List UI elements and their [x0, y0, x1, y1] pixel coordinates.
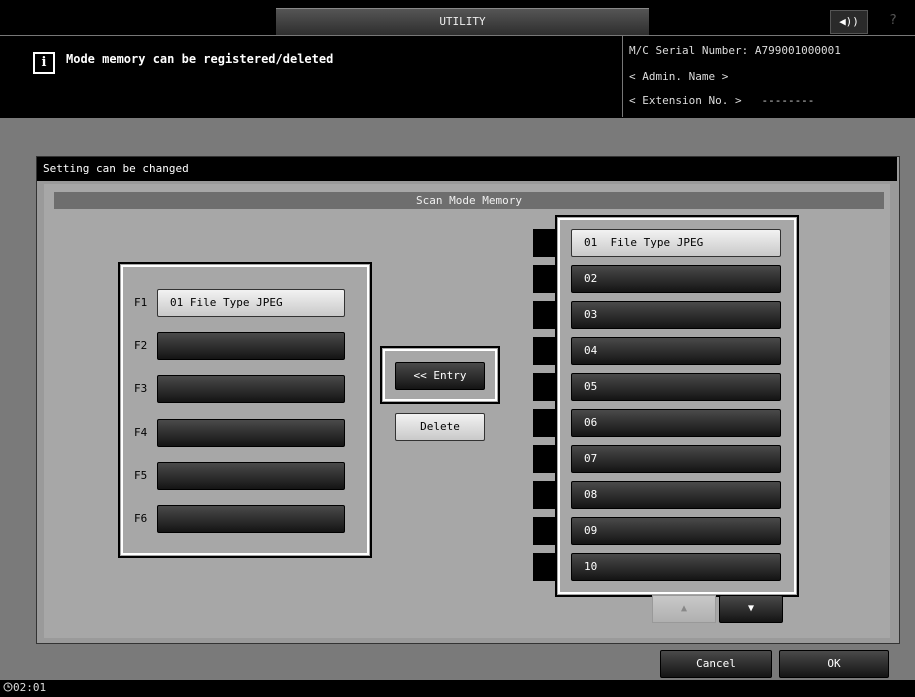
status-message: Mode memory can be registered/deleted	[66, 52, 334, 66]
f1-label: F1	[134, 296, 148, 309]
clock: 02:01	[3, 681, 46, 694]
memory-item-label: 08	[584, 488, 598, 501]
f2-value	[158, 339, 170, 352]
memory-item-10[interactable]: 10	[571, 553, 781, 581]
f6-button[interactable]	[157, 505, 345, 533]
memory-marker-04	[533, 337, 555, 365]
memory-item-06[interactable]: 06	[571, 409, 781, 437]
entry-button[interactable]: << Entry	[395, 362, 485, 390]
f5-value	[158, 469, 170, 482]
f4-label: F4	[134, 426, 148, 439]
memory-item-label: 03	[584, 308, 598, 321]
scroll-up-button[interactable]: ▲	[652, 595, 716, 623]
f5-label: F5	[134, 469, 148, 482]
footer-bar	[0, 645, 915, 680]
memory-item-02[interactable]: 02	[571, 265, 781, 293]
memory-item-label: 04	[584, 344, 598, 357]
f4-button[interactable]	[157, 419, 345, 447]
extension-number: < Extension No. > --------	[629, 94, 815, 107]
memory-marker-02	[533, 265, 555, 293]
f3-value	[158, 382, 170, 395]
memory-item-09[interactable]: 09	[571, 517, 781, 545]
memory-marker-10	[533, 553, 555, 581]
delete-button[interactable]: Delete	[395, 413, 485, 441]
f4-value	[158, 426, 170, 439]
memory-item-label: 10	[584, 560, 598, 573]
clock-time: 02:01	[13, 681, 47, 694]
memory-item-label: 06	[584, 416, 598, 429]
f3-button[interactable]	[157, 375, 345, 403]
setting-status-text: Setting can be changed	[43, 162, 189, 175]
memory-marker-06	[533, 409, 555, 437]
memory-item-05[interactable]: 05	[571, 373, 781, 401]
f2-label: F2	[134, 339, 148, 352]
info-icon: i	[33, 52, 55, 74]
memory-item-label: 09	[584, 524, 598, 537]
memory-item-07[interactable]: 07	[571, 445, 781, 473]
section-title: Scan Mode Memory	[54, 192, 884, 209]
f1-value: 01 File Type JPEG	[170, 296, 283, 309]
ok-button[interactable]: OK	[779, 650, 889, 678]
memory-marker-03	[533, 301, 555, 329]
help-icon[interactable]: ?	[876, 10, 910, 32]
cancel-button[interactable]: Cancel	[660, 650, 772, 678]
divider	[622, 35, 623, 117]
f6-value	[158, 512, 170, 525]
memory-item-08[interactable]: 08	[571, 481, 781, 509]
f1-button[interactable]: 01 File Type JPEG	[157, 289, 345, 317]
memory-item-01[interactable]: 01 File Type JPEG	[571, 229, 781, 257]
memory-marker-09	[533, 517, 555, 545]
memory-marker-07	[533, 445, 555, 473]
memory-item-label: 01 File Type JPEG	[584, 236, 704, 249]
arrow-down-icon: ▼	[747, 603, 755, 614]
serial-number: M/C Serial Number: A799001000001	[629, 44, 841, 57]
memory-marker-05	[533, 373, 555, 401]
setting-status-bar: Setting can be changed	[37, 157, 897, 181]
memory-marker-08	[533, 481, 555, 509]
memory-item-03[interactable]: 03	[571, 301, 781, 329]
memory-marker-01	[533, 229, 555, 257]
f3-label: F3	[134, 382, 148, 395]
f2-button[interactable]	[157, 332, 345, 360]
arrow-up-icon: ▲	[680, 603, 688, 614]
memory-item-04[interactable]: 04	[571, 337, 781, 365]
scroll-down-button[interactable]: ▼	[719, 595, 783, 623]
speaker-icon[interactable]: ◀))	[830, 10, 868, 34]
memory-item-label: 05	[584, 380, 598, 393]
tab-utility[interactable]: UTILITY	[276, 8, 649, 35]
memory-item-label: 07	[584, 452, 598, 465]
status-bar	[0, 680, 915, 697]
admin-name: < Admin. Name >	[629, 70, 729, 83]
clock-icon	[3, 682, 13, 692]
f6-label: F6	[134, 512, 148, 525]
memory-item-label: 02	[584, 272, 598, 285]
f5-button[interactable]	[157, 462, 345, 490]
